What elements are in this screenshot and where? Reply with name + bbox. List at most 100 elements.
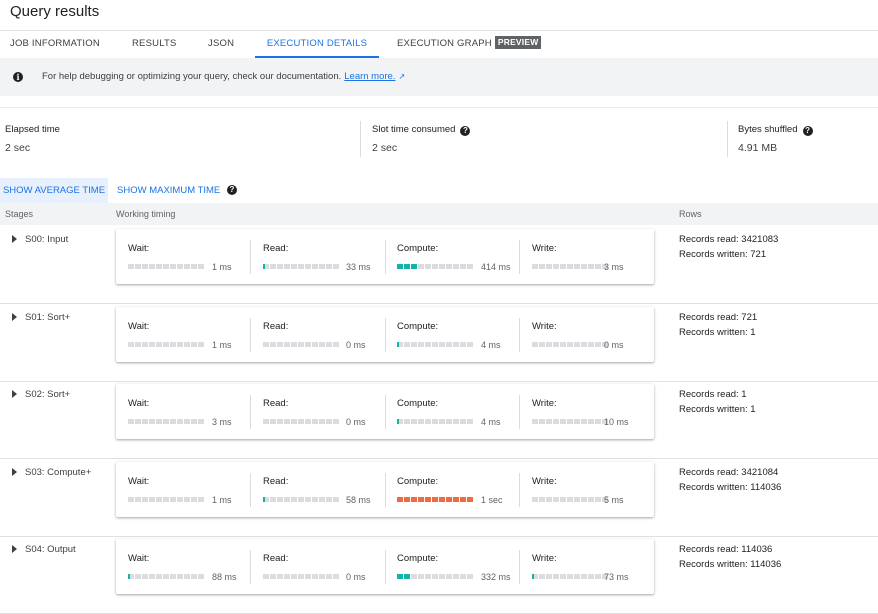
stage-name-cell[interactable]: S04: Output xyxy=(12,544,76,555)
bar-segment xyxy=(135,574,141,579)
tab-execution-graph[interactable]: EXECUTION GRAPH PREVIEW xyxy=(397,31,542,58)
stage-row[interactable]: S03: Compute+ Wait: 1 ms Read: 58 ms Com… xyxy=(0,459,878,537)
write-bar xyxy=(532,419,609,424)
read-label: Read: xyxy=(263,321,289,332)
expand-caret-icon[interactable] xyxy=(12,313,17,321)
records-read: Records read: 1 xyxy=(679,389,747,400)
write-value: 0 ms xyxy=(604,340,624,350)
bar-segment xyxy=(298,574,304,579)
tab-json[interactable]: JSON xyxy=(208,31,234,58)
stage-row[interactable]: S01: Sort+ Wait: 1 ms Read: 0 ms Compute… xyxy=(0,304,878,382)
wait-label: Wait: xyxy=(128,553,150,564)
bar-segment xyxy=(546,342,552,347)
expand-caret-icon[interactable] xyxy=(12,390,17,398)
bar-segment xyxy=(291,342,297,347)
bar-segment xyxy=(553,264,559,269)
read-metric: Read: 0 ms xyxy=(251,307,385,362)
stage-row[interactable]: S00: Input Wait: 1 ms Read: 33 ms Comput… xyxy=(0,226,878,304)
bar-segment xyxy=(595,342,601,347)
bar-segment xyxy=(305,574,311,579)
bar-segment xyxy=(312,342,318,347)
bar-segment xyxy=(532,497,538,502)
bar-segment xyxy=(263,264,269,269)
bar-segment xyxy=(553,342,559,347)
help-icon[interactable]: ? xyxy=(227,185,237,195)
bar-segment xyxy=(263,497,269,502)
bar-segment xyxy=(298,342,304,347)
records-read: Records read: 114036 xyxy=(679,544,773,555)
tab-execution-graph-label: EXECUTION GRAPH xyxy=(397,38,492,49)
bar-segment xyxy=(411,574,417,579)
stage-name-cell[interactable]: S02: Sort+ xyxy=(12,389,70,400)
bar-segment xyxy=(539,574,545,579)
stage-row[interactable]: S04: Output Wait: 88 ms Read: 0 ms Compu… xyxy=(0,536,878,614)
rows-info: Records read: 1 Records written: 1 xyxy=(679,387,756,417)
read-value: 58 ms xyxy=(346,495,371,505)
bar-segment xyxy=(333,419,339,424)
stage-name-cell[interactable]: S01: Sort+ xyxy=(12,312,70,323)
bar-segment xyxy=(291,497,297,502)
bar-segment xyxy=(149,264,155,269)
bar-segment xyxy=(532,419,538,424)
bar-segment xyxy=(184,574,190,579)
bar-segment xyxy=(404,264,410,269)
stage-name-cell[interactable]: S00: Input xyxy=(12,234,68,245)
wait-bar xyxy=(128,264,205,269)
read-value: 33 ms xyxy=(346,262,371,272)
bar-segment xyxy=(439,342,445,347)
read-metric: Read: 58 ms xyxy=(251,462,385,517)
bar-segment xyxy=(418,419,424,424)
compute-metric: Compute: 4 ms xyxy=(385,384,519,439)
expand-caret-icon[interactable] xyxy=(12,545,17,553)
bar-segment xyxy=(263,419,269,424)
timing-card: Wait: 3 ms Read: 0 ms Compute: 4 ms Writ… xyxy=(116,384,654,439)
bar-segment xyxy=(453,264,459,269)
compute-metric: Compute: 1 sec xyxy=(385,462,519,517)
write-value: 10 ms xyxy=(604,417,629,427)
expand-caret-icon[interactable] xyxy=(12,468,17,476)
compute-value: 4 ms xyxy=(481,340,501,350)
help-icon[interactable]: ? xyxy=(460,126,471,136)
bar-segment xyxy=(156,264,162,269)
bar-segment xyxy=(546,264,552,269)
write-label: Write: xyxy=(532,243,557,254)
bar-segment xyxy=(595,419,601,424)
read-label: Read: xyxy=(263,553,289,564)
bar-segment xyxy=(184,419,190,424)
show-average-time-button[interactable]: SHOW AVERAGE TIME xyxy=(0,178,108,203)
bar-segment xyxy=(418,497,424,502)
tab-results[interactable]: RESULTS xyxy=(132,31,177,58)
bar-segment xyxy=(128,574,134,579)
expand-caret-icon[interactable] xyxy=(12,235,17,243)
stage-row[interactable]: S02: Sort+ Wait: 3 ms Read: 0 ms Compute… xyxy=(0,381,878,459)
compute-label: Compute: xyxy=(397,398,439,409)
bar-segment xyxy=(170,574,176,579)
learn-more-link[interactable]: Learn more. xyxy=(344,71,395,82)
bar-segment xyxy=(305,419,311,424)
read-bar xyxy=(263,497,340,502)
bar-segment xyxy=(142,342,148,347)
help-icon[interactable]: ? xyxy=(802,126,813,136)
bar-segment xyxy=(333,574,339,579)
bar-segment xyxy=(560,419,566,424)
bar-segment xyxy=(149,574,155,579)
bar-segment xyxy=(425,574,431,579)
wait-value: 1 ms xyxy=(212,495,232,505)
wait-bar xyxy=(128,342,205,347)
timing-card: Wait: 1 ms Read: 33 ms Compute: 414 ms W… xyxy=(116,229,654,284)
rows-info: Records read: 721 Records written: 1 xyxy=(679,310,757,340)
records-written: Records written: 114036 xyxy=(679,559,782,570)
bar-segment xyxy=(418,574,424,579)
bar-segment xyxy=(135,342,141,347)
show-maximum-time-button[interactable]: SHOW MAXIMUM TIME xyxy=(117,178,220,203)
bar-segment xyxy=(170,264,176,269)
bar-segment xyxy=(453,342,459,347)
bytes-shuffled-stat: Bytes shuffled? 4.91 MB xyxy=(738,123,813,154)
write-bar xyxy=(532,264,609,269)
bar-segment xyxy=(191,264,197,269)
bar-segment xyxy=(546,497,552,502)
tab-execution-details[interactable]: EXECUTION DETAILS xyxy=(255,31,379,58)
stage-name-cell[interactable]: S03: Compute+ xyxy=(12,467,91,478)
tab-job-information[interactable]: JOB INFORMATION xyxy=(10,31,100,58)
bar-segment xyxy=(312,419,318,424)
